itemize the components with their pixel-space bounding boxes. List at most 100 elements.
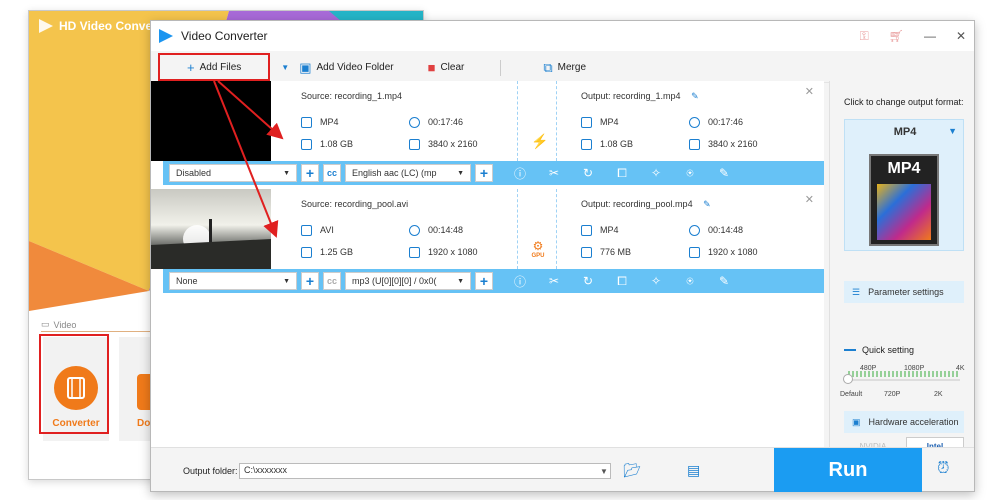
- quality-slider[interactable]: [843, 374, 960, 384]
- merge-icon: ⧉: [543, 59, 553, 75]
- source-resolution-value: 1920 x 1080: [428, 247, 478, 257]
- output-folder-input[interactable]: C:\xxxxxxx: [239, 463, 611, 479]
- video-thumbnail[interactable]: [151, 81, 271, 161]
- slider-knob[interactable]: [843, 374, 853, 384]
- edit-pencil-icon[interactable]: ✎: [703, 199, 711, 209]
- add-files-dropdown-icon[interactable]: ▼: [281, 63, 289, 72]
- rotate-icon[interactable]: ↻: [571, 274, 605, 288]
- subtitle-value: None: [176, 276, 198, 286]
- close-button[interactable]: ✕: [956, 29, 966, 43]
- add-video-folder-button[interactable]: ▣ Add Video Folder: [299, 60, 393, 76]
- audio-track-value: English aac (LC) (mp: [352, 168, 437, 178]
- resolution-icon: [689, 139, 700, 151]
- window-title: Video Converter: [181, 29, 268, 43]
- output-filename-text: Output: recording_pool.mp4: [581, 199, 693, 209]
- output-settings-icon[interactable]: ▤: [687, 462, 700, 479]
- crop-icon[interactable]: ⧠: [605, 166, 639, 181]
- subtitle-select[interactable]: None ▼: [169, 272, 297, 290]
- minimize-button[interactable]: —: [924, 29, 936, 43]
- add-audio-button[interactable]: +: [475, 272, 493, 290]
- parameter-settings-button[interactable]: ☰ Parameter settings: [844, 281, 964, 303]
- open-folder-icon[interactable]: 📂︎: [623, 462, 641, 479]
- file-item[interactable]: Source: recording_pool.avi AVI 00:14:48 …: [151, 189, 824, 297]
- format-icon: [301, 225, 312, 237]
- thumbnail-scene: [151, 219, 271, 269]
- change-format-label: Click to change output format:: [844, 97, 964, 107]
- item-toolbar: None ▼ + cc mp3 (U[0][0][0] / 0x0(▼ + ⓘ ✂…: [163, 269, 824, 293]
- file-icon: [301, 247, 312, 259]
- audio-track-select[interactable]: mp3 (U[0][0][0] / 0x0(▼: [345, 272, 471, 290]
- item-toolbar: Disabled ▼ + cc English aac (LC) (mp ▼ + ⓘ…: [163, 161, 824, 185]
- watermark-icon[interactable]: ⍟: [673, 274, 707, 289]
- add-subtitle-button[interactable]: +: [301, 272, 319, 290]
- remove-item-icon[interactable]: ✕: [805, 193, 814, 206]
- scissors-icon[interactable]: ✂: [537, 166, 571, 180]
- add-audio-button[interactable]: +: [475, 164, 493, 182]
- file-list: Source: recording_1.mp4 MP4 00:17:46 1.0…: [151, 81, 824, 451]
- mp4-art: [877, 184, 931, 240]
- effects-wand-icon[interactable]: ✧: [639, 274, 673, 288]
- hardware-acceleration-button[interactable]: ▣ Hardware acceleration: [844, 411, 964, 433]
- tick-720p: 720P: [884, 391, 901, 398]
- source-duration-value: 00:14:48: [428, 225, 464, 235]
- edit-icon[interactable]: ✎: [707, 166, 741, 180]
- toolbar: + Add Files ▼ ▣ Add Video Folder ■ Clear…: [151, 53, 974, 83]
- format-icon-text: MP4: [887, 160, 921, 177]
- output-format-value: MP4: [600, 117, 619, 127]
- key-icon[interactable]: ⚿: [860, 29, 869, 44]
- output-duration: 00:17:46: [689, 117, 744, 129]
- rotate-icon[interactable]: ↻: [571, 166, 605, 180]
- add-folder-label: Add Video Folder: [316, 62, 394, 73]
- alarm-clock-icon[interactable]: ⏰︎: [937, 460, 949, 478]
- cc-subtitle-button[interactable]: cc: [323, 164, 341, 182]
- crop-icon[interactable]: ⧠: [605, 274, 639, 289]
- file-item[interactable]: Source: recording_1.mp4 MP4 00:17:46 1.0…: [151, 81, 824, 189]
- cc-subtitle-button[interactable]: cc: [323, 272, 341, 290]
- add-subtitle-button[interactable]: +: [301, 164, 319, 182]
- add-files-highlight-box: [158, 53, 270, 81]
- video-section-icon: ▭: [41, 319, 50, 329]
- source-resolution-value: 3840 x 2160: [428, 139, 478, 149]
- output-size-value: 776 MB: [600, 247, 632, 257]
- clear-label: Clear: [440, 62, 465, 73]
- output-format-panel: Click to change output format: MP4 ▼ MP4…: [829, 81, 974, 455]
- title-bar: Video Converter ⚿ 🛒︎ — ✕: [151, 21, 974, 51]
- video-section-label: ▭ Video: [41, 319, 76, 330]
- watermark-icon[interactable]: ⍟: [673, 166, 707, 181]
- toolbar-divider: [500, 59, 502, 76]
- source-duration: 00:17:46: [409, 117, 463, 129]
- folder-icon: ▣: [299, 59, 312, 75]
- video-thumbnail[interactable]: [151, 189, 271, 269]
- chevron-down-icon: ▼: [457, 169, 464, 177]
- output-format: MP4: [581, 117, 619, 129]
- audio-track-value: mp3 (U[0][0][0] / 0x0(: [352, 276, 437, 286]
- subtitle-select[interactable]: Disabled ▼: [169, 164, 297, 182]
- effects-wand-icon[interactable]: ✧: [639, 166, 673, 180]
- source-size: 1.25 GB: [301, 247, 353, 259]
- info-icon[interactable]: ⓘ: [503, 273, 537, 290]
- edit-icon[interactable]: ✎: [707, 274, 741, 288]
- audio-track-select[interactable]: English aac (LC) (mp ▼: [345, 164, 471, 182]
- output-filename: Output: recording_1.mp4 ✎: [581, 91, 699, 102]
- output-folder-dropdown-icon[interactable]: ▼: [596, 463, 612, 479]
- info-icon[interactable]: ⓘ: [503, 165, 537, 182]
- format-icon: [301, 117, 312, 129]
- remove-item-icon[interactable]: ✕: [805, 85, 814, 98]
- scissors-icon[interactable]: ✂: [537, 274, 571, 288]
- hardware-acceleration-label: Hardware acceleration: [868, 417, 959, 427]
- clear-button[interactable]: ■ Clear: [428, 60, 465, 75]
- merge-button[interactable]: ⧉ Merge: [543, 60, 586, 76]
- edit-pencil-icon[interactable]: ✎: [691, 91, 699, 101]
- resolution-icon: [689, 247, 700, 259]
- output-format-selector[interactable]: MP4 ▼ MP4: [844, 119, 964, 251]
- source-format: AVI: [301, 225, 334, 237]
- output-duration-value: 00:17:46: [708, 117, 744, 127]
- cart-icon[interactable]: 🛒︎: [889, 29, 904, 43]
- run-button[interactable]: Run: [774, 448, 922, 492]
- output-filename-text: Output: recording_1.mp4: [581, 91, 681, 101]
- clock-icon: [689, 117, 700, 129]
- file-icon: [581, 139, 592, 151]
- app-logo-icon: [39, 19, 53, 33]
- clock-icon: [409, 117, 420, 129]
- source-filename: Source: recording_pool.avi: [301, 199, 409, 209]
